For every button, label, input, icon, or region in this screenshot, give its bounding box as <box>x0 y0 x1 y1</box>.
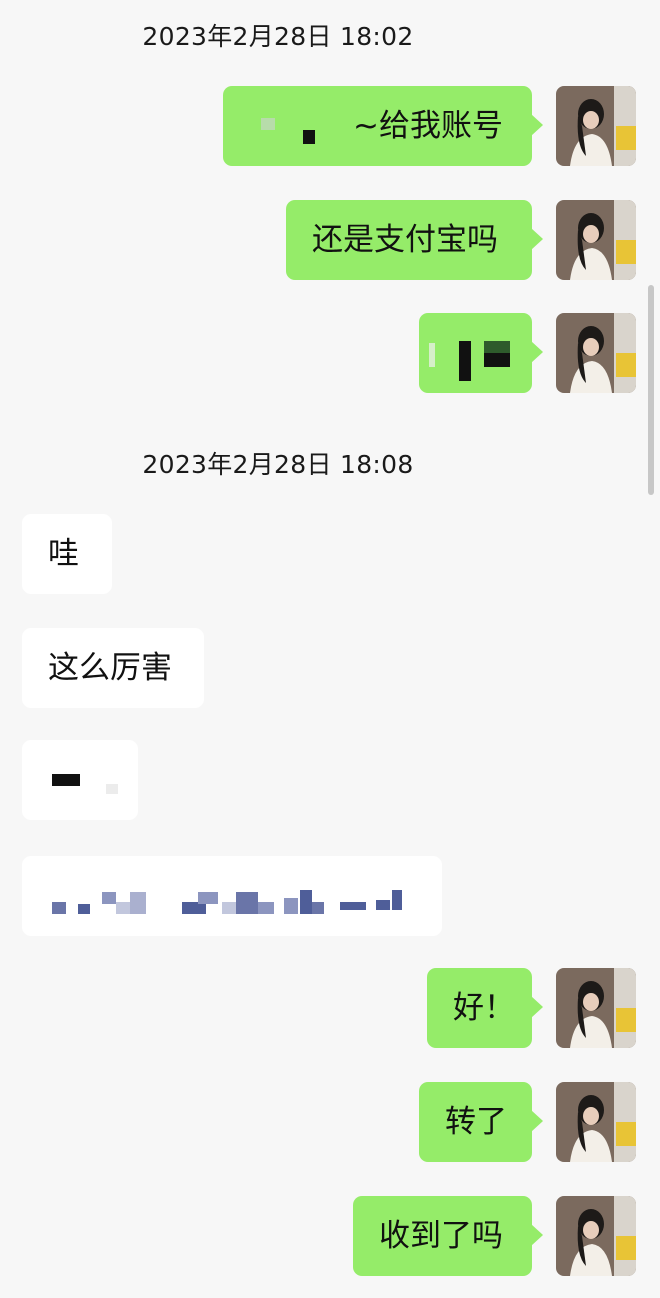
redacted-block <box>340 902 366 910</box>
message-bubble-self-redacted[interactable] <box>419 313 543 393</box>
avatar[interactable] <box>556 1196 636 1276</box>
message-bubble-self[interactable]: 还是支付宝吗 <box>286 200 543 280</box>
redacted-block <box>258 902 274 914</box>
avatar-photo <box>556 313 636 393</box>
redacted-block <box>236 892 258 914</box>
redacted-block <box>222 902 236 914</box>
message-text: 这么厉害 <box>48 650 172 686</box>
avatar-photo <box>556 1196 636 1276</box>
avatar[interactable] <box>556 200 636 280</box>
avatar[interactable] <box>556 313 636 393</box>
redacted-block <box>459 341 471 381</box>
redacted-block <box>102 892 116 904</box>
avatar[interactable] <box>556 1082 636 1162</box>
redacted-block <box>429 343 435 367</box>
redacted-block <box>106 784 118 794</box>
avatar-photo <box>556 1082 636 1162</box>
message-bubble-other-redacted[interactable] <box>22 740 138 820</box>
avatar-photo <box>556 200 636 280</box>
timestamp: 2023年2月28日 18:02 <box>142 22 414 51</box>
redacted-block <box>52 902 66 914</box>
message-bubble-self[interactable]: ~给我账号 <box>223 86 543 166</box>
message-text: 转了 <box>445 1104 507 1140</box>
message-text: 还是支付宝吗 <box>312 222 498 258</box>
redacted-block <box>484 341 510 353</box>
message-bubble-self[interactable]: 收到了吗 <box>353 1196 543 1276</box>
avatar-photo <box>556 86 636 166</box>
avatar-photo <box>556 968 636 1048</box>
avatar[interactable] <box>556 86 636 166</box>
message-bubble-other[interactable]: 哇 <box>22 514 112 594</box>
redacted-block <box>130 892 146 914</box>
message-bubble-other[interactable]: 这么厉害 <box>22 628 204 708</box>
redacted-block <box>116 902 130 914</box>
chat-area: 2023年2月28日 18:02 ~给我账号 还是支付宝吗 2023年2月28日… <box>0 0 660 1298</box>
message-bubble-other-redacted[interactable] <box>22 856 442 936</box>
message-bubble-self[interactable]: 转了 <box>419 1082 543 1162</box>
redacted-block <box>261 118 275 130</box>
avatar[interactable] <box>556 968 636 1048</box>
message-text: 哇 <box>48 536 79 572</box>
redacted-block <box>78 904 90 914</box>
message-text: 好！ <box>453 990 515 1026</box>
redacted-block <box>392 890 402 910</box>
message-text: 收到了吗 <box>379 1218 503 1254</box>
redacted-block <box>303 130 315 144</box>
scrollbar[interactable] <box>648 285 654 495</box>
redacted-block <box>300 890 312 914</box>
message-text: ~给我账号 <box>353 108 503 144</box>
redacted-block <box>312 902 324 914</box>
redacted-block <box>284 898 298 914</box>
redacted-block <box>376 900 390 910</box>
timestamp: 2023年2月28日 18:08 <box>142 450 414 479</box>
redacted-block <box>198 892 218 904</box>
redacted-block <box>52 774 80 786</box>
message-bubble-self[interactable]: 好！ <box>427 968 543 1048</box>
redacted-block <box>484 353 510 367</box>
